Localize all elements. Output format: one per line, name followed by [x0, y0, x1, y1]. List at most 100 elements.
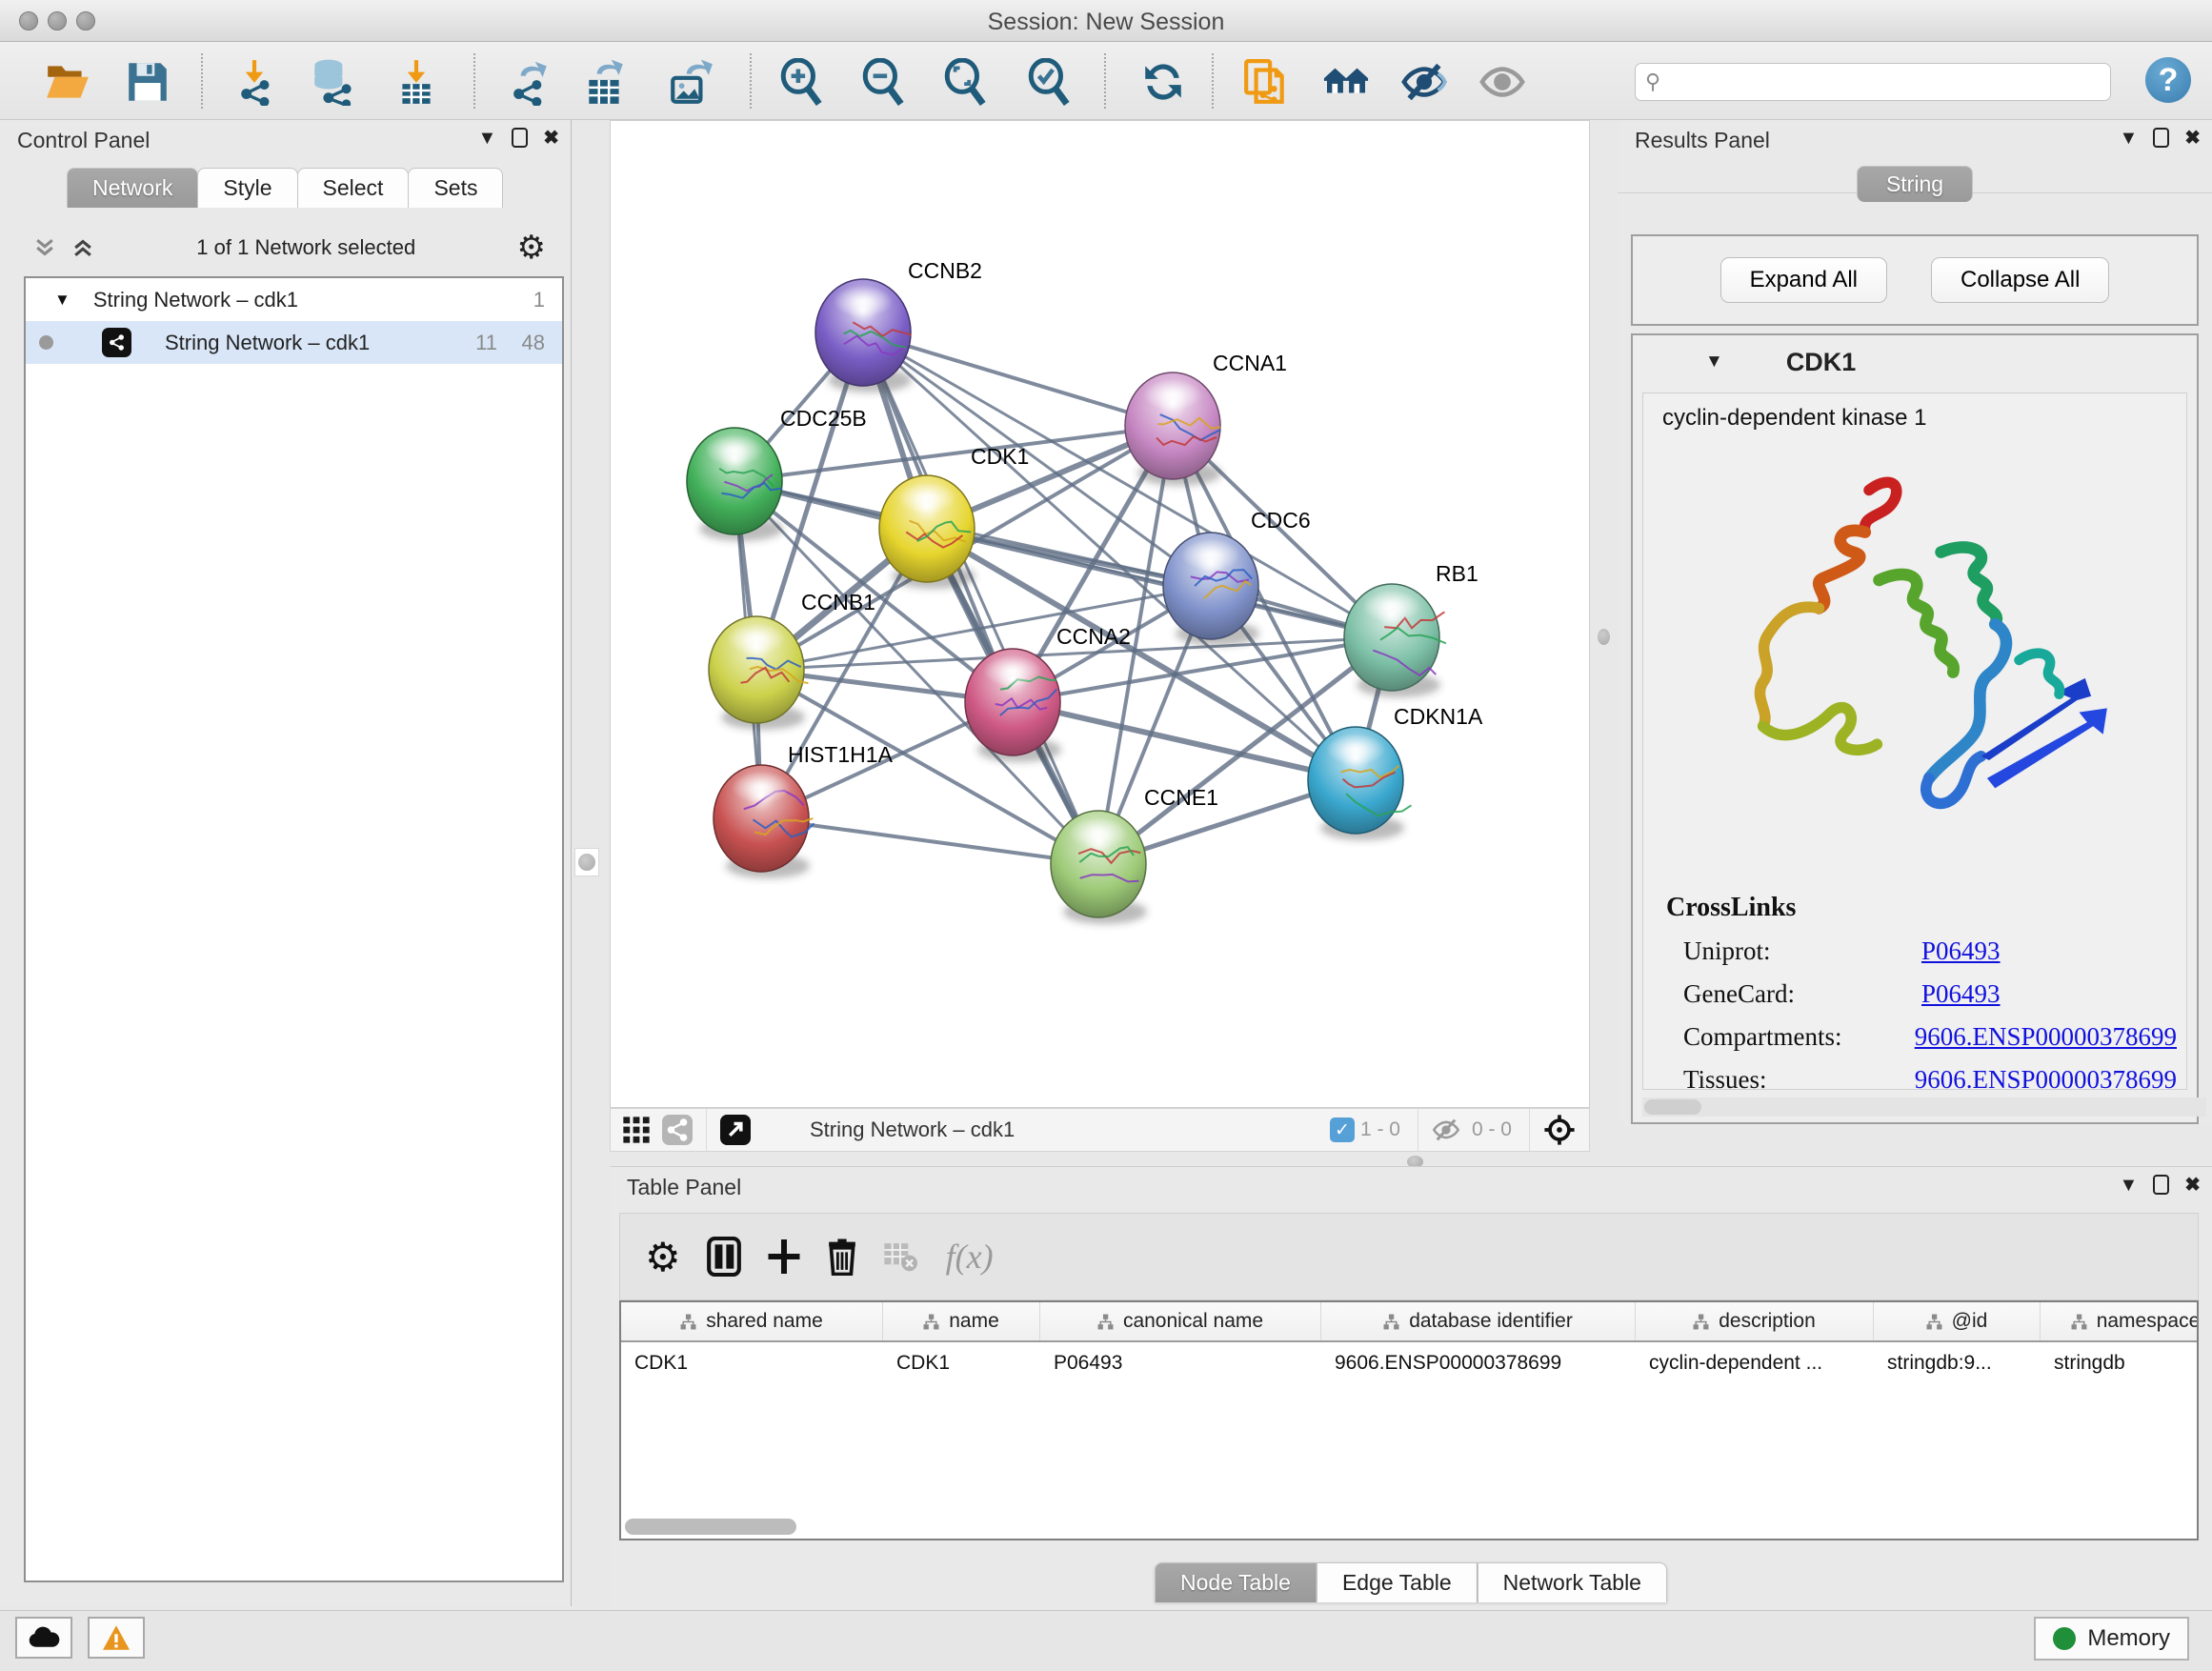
network-edge[interactable] [863, 332, 1098, 864]
tab-style[interactable]: Style [197, 168, 297, 208]
maximize-panel-icon[interactable] [2153, 128, 2169, 148]
tree-expand-caret-icon[interactable]: ▼ [54, 291, 70, 310]
node-table[interactable]: shared namenamecanonical namedatabase id… [619, 1300, 2199, 1540]
network-share-icon[interactable] [662, 1115, 693, 1145]
import-network-database-button[interactable] [307, 56, 358, 108]
table-cell[interactable]: CDK1 [621, 1352, 883, 1375]
apply-layout-button[interactable] [1137, 56, 1189, 108]
node-label-CCNE1: CCNE1 [1144, 785, 1218, 810]
close-panel-icon[interactable]: ✖ [543, 129, 559, 148]
crosslink-row: Uniprot:P06493 [1666, 936, 2177, 966]
clone-network-button[interactable] [1240, 56, 1292, 108]
table-cell[interactable]: cyclin-dependent ... [1636, 1352, 1874, 1375]
selected-checkbox-icon[interactable]: ✓ [1330, 1117, 1355, 1142]
table-cell[interactable]: CDK1 [883, 1352, 1040, 1375]
warnings-button[interactable] [88, 1617, 145, 1659]
close-panel-icon[interactable]: ✖ [2184, 1176, 2201, 1195]
toolbar-separator [473, 53, 475, 109]
expand-all-icon[interactable] [70, 235, 95, 260]
float-panel-icon[interactable]: ▼ [2119, 1176, 2138, 1195]
tab-select[interactable]: Select [297, 168, 410, 208]
network-row[interactable]: String Network – cdk1 11 48 [26, 321, 562, 364]
node-label-CCNB2: CCNB2 [908, 258, 982, 283]
crosslink-link[interactable]: P06493 [1921, 979, 2001, 1009]
tab-node-table[interactable]: Node Table [1155, 1562, 1317, 1602]
cloud-button[interactable] [15, 1617, 72, 1659]
save-session-button[interactable] [122, 56, 173, 108]
collapse-all-icon[interactable] [32, 235, 57, 260]
search-input[interactable] [1668, 70, 2101, 94]
column-header-shared-name[interactable]: shared name [621, 1302, 883, 1340]
hide-selected-button[interactable] [1398, 56, 1450, 108]
crosshair-icon[interactable] [1543, 1114, 1576, 1146]
tab-sets[interactable]: Sets [408, 168, 503, 208]
show-columns-icon[interactable] [706, 1237, 742, 1277]
memory-button[interactable]: Memory [2034, 1617, 2189, 1661]
selected-counts: 1 - 0 [1360, 1118, 1400, 1141]
float-panel-icon[interactable]: ▼ [477, 129, 496, 148]
table-cell[interactable]: stringdb [2041, 1352, 2199, 1375]
network-view-canvas[interactable]: CCNB2CCNA1CDC25BCDK1CDC6RB1CCNB1CCNA2CDK… [610, 120, 1590, 1108]
column-header-description[interactable]: description [1636, 1302, 1874, 1340]
zoom-selected-button[interactable] [1023, 56, 1075, 108]
create-column-plus-icon[interactable] [767, 1238, 801, 1276]
open-session-button[interactable] [42, 56, 93, 108]
maximize-panel-icon[interactable] [2153, 1175, 2169, 1195]
show-all-button[interactable] [1477, 56, 1528, 108]
table-options-gear-icon[interactable]: ⚙ [645, 1234, 681, 1280]
column-header-database-identifier[interactable]: database identifier [1321, 1302, 1636, 1340]
import-network-file-button[interactable] [229, 56, 280, 108]
tab-network[interactable]: Network [67, 168, 198, 208]
maximize-panel-icon[interactable] [512, 128, 528, 148]
network-edge[interactable] [927, 529, 1392, 637]
crosslink-label: Uniprot: [1683, 936, 1921, 966]
node-label-CDC25B: CDC25B [780, 406, 867, 431]
gene-collapse-caret-icon[interactable]: ▼ [1705, 352, 1723, 372]
tab-string[interactable]: String [1857, 166, 1973, 202]
table-horizontal-scrollbar[interactable] [625, 1519, 796, 1535]
collection-label: String Network – cdk1 [93, 288, 298, 312]
home-button[interactable] [1320, 56, 1372, 108]
crosslink-link[interactable]: P06493 [1921, 936, 2001, 966]
right-divider-grip[interactable] [1598, 629, 1610, 645]
column-header-namespace[interactable]: namespace [2041, 1302, 2199, 1340]
open-in-new-window-icon[interactable] [720, 1115, 751, 1145]
birds-eye-grid-icon[interactable] [622, 1116, 651, 1144]
node-label-CCNA1: CCNA1 [1213, 351, 1287, 375]
column-header-id[interactable]: @id [1874, 1302, 2041, 1340]
expand-all-button[interactable]: Expand All [1720, 257, 1887, 303]
table-cell[interactable]: P06493 [1040, 1352, 1321, 1375]
tab-edge-table[interactable]: Edge Table [1317, 1562, 1478, 1602]
zoom-fit-button[interactable] [939, 56, 991, 108]
network-tree: ▼ String Network – cdk1 1 String Network… [24, 276, 564, 1582]
export-image-button[interactable] [665, 56, 716, 108]
zoom-in-icon [777, 58, 825, 106]
tab-network-table[interactable]: Network Table [1478, 1562, 1667, 1602]
table-cell[interactable]: stringdb:9... [1874, 1352, 2041, 1375]
column-type-icon [1693, 1314, 1709, 1330]
network-options-gear-icon[interactable]: ⚙ [517, 229, 546, 267]
import-table-file-button[interactable] [391, 56, 442, 108]
gene-header-row[interactable]: ▼ CDK1 [1633, 335, 2197, 389]
column-header-name[interactable]: name [883, 1302, 1040, 1340]
zoom-in-button[interactable] [775, 56, 827, 108]
export-table-button[interactable] [579, 56, 631, 108]
column-header-canonical-name[interactable]: canonical name [1040, 1302, 1321, 1340]
results-horizontal-scrollbar[interactable] [1642, 1097, 2206, 1117]
table-cell[interactable]: 9606.ENSP00000378699 [1321, 1352, 1636, 1375]
network-collection-row[interactable]: ▼ String Network – cdk1 1 [26, 278, 562, 321]
crosslink-link[interactable]: 9606.ENSP00000378699 [1915, 1022, 2177, 1052]
left-divider-grip[interactable] [574, 848, 599, 876]
float-panel-icon[interactable]: ▼ [2119, 129, 2138, 148]
node-label-CDKN1A: CDKN1A [1394, 704, 1483, 729]
export-network-button[interactable] [503, 56, 554, 108]
table-row[interactable]: CDK1CDK1P064939606.ENSP00000378699cyclin… [621, 1342, 2197, 1384]
delete-column-trash-icon[interactable] [826, 1238, 858, 1276]
close-panel-icon[interactable]: ✖ [2184, 129, 2201, 148]
zoom-out-button[interactable] [857, 56, 909, 108]
help-button[interactable]: ? [2145, 57, 2191, 103]
crosslink-link[interactable]: 9606.ENSP00000378699 [1915, 1065, 2177, 1090]
collapse-all-button[interactable]: Collapse All [1931, 257, 2109, 303]
search-field-container: ⚲ [1635, 63, 2111, 101]
zoom-out-icon [859, 58, 907, 106]
